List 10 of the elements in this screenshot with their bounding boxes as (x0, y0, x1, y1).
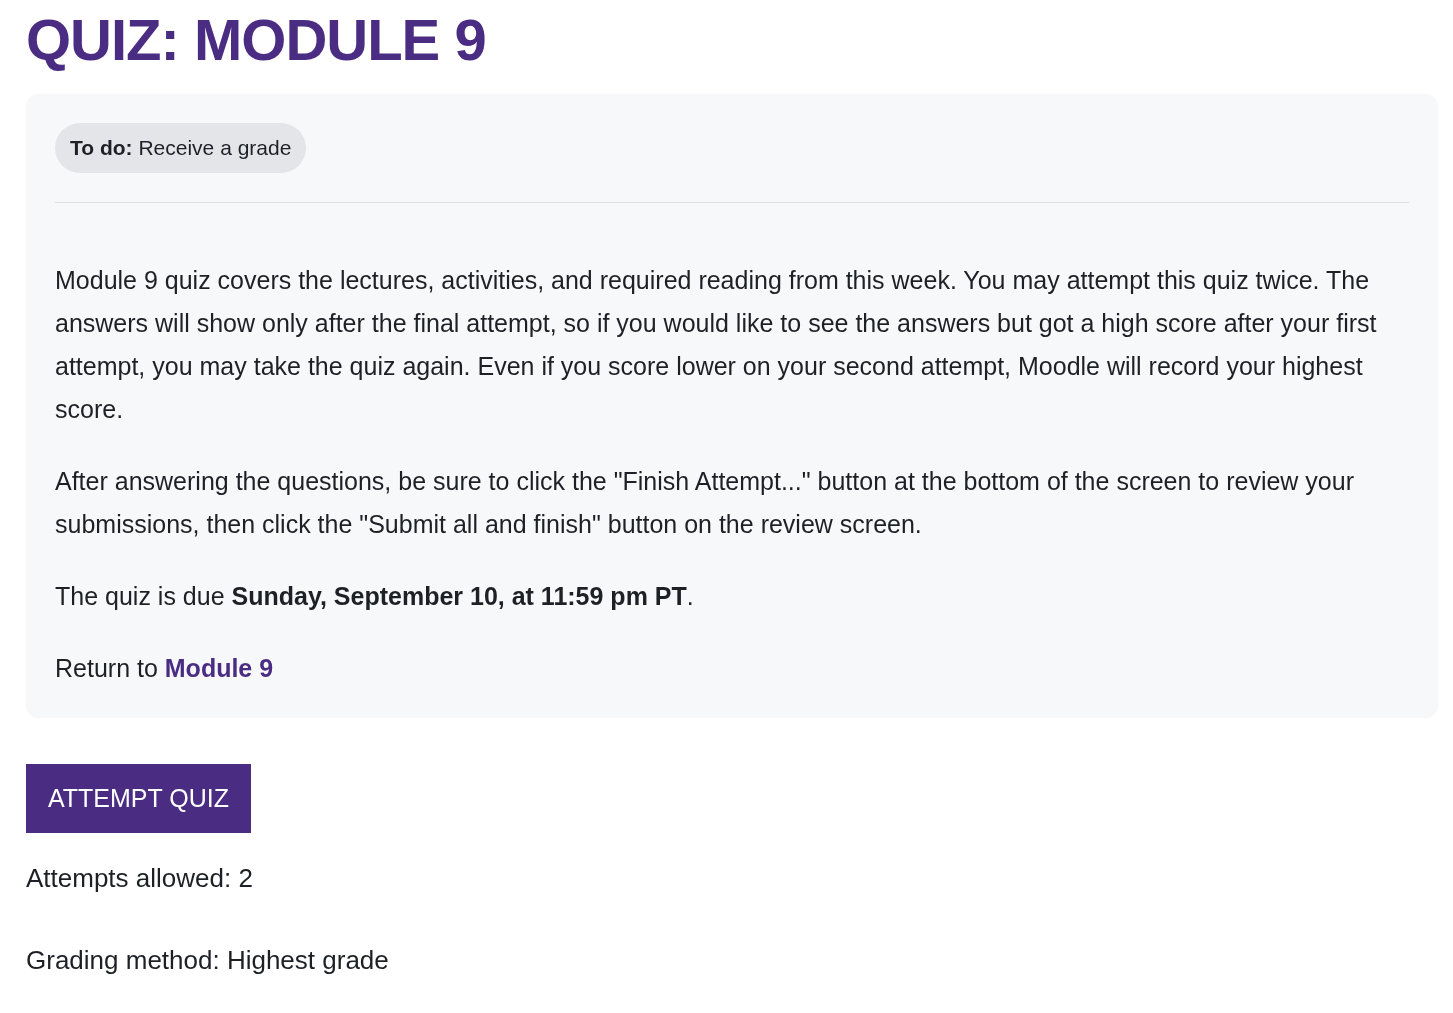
page-title: QUIZ: MODULE 9 (26, 8, 487, 72)
module-link[interactable]: Module 9 (164, 653, 274, 682)
description-paragraph: Module 9 quiz covers the lectures, activities, and required reading from this week. You may attempt this quiz twice. The answers will show only after the final attempt, so if you would like to see the answers but got a high score after your first attempt, you may take the quiz again. Even if you score lower on your second attempt, Moodle will record your highest score. (55, 264, 1378, 425)
description-paragraph: After answering the questions, be sure to click the "Finish Attempt..." button at the bottom of the screen to review your submissions, then click the "Submit all and finish" button on the review screen. (55, 465, 1355, 540)
quiz-info-text: Grading method: Highest grade (26, 944, 390, 978)
todo-badge: To do: Receive a grade (55, 122, 307, 173)
attempt-quiz-button[interactable]: ATTEMPT QUIZ (26, 763, 252, 834)
quiz-info-text: Attempts allowed: 2 (26, 862, 254, 896)
return-text: Return to Module 9 (55, 652, 275, 684)
description-paragraph: The quiz is due Sunday, September 10, at 11:59 pm PT. (55, 580, 695, 612)
